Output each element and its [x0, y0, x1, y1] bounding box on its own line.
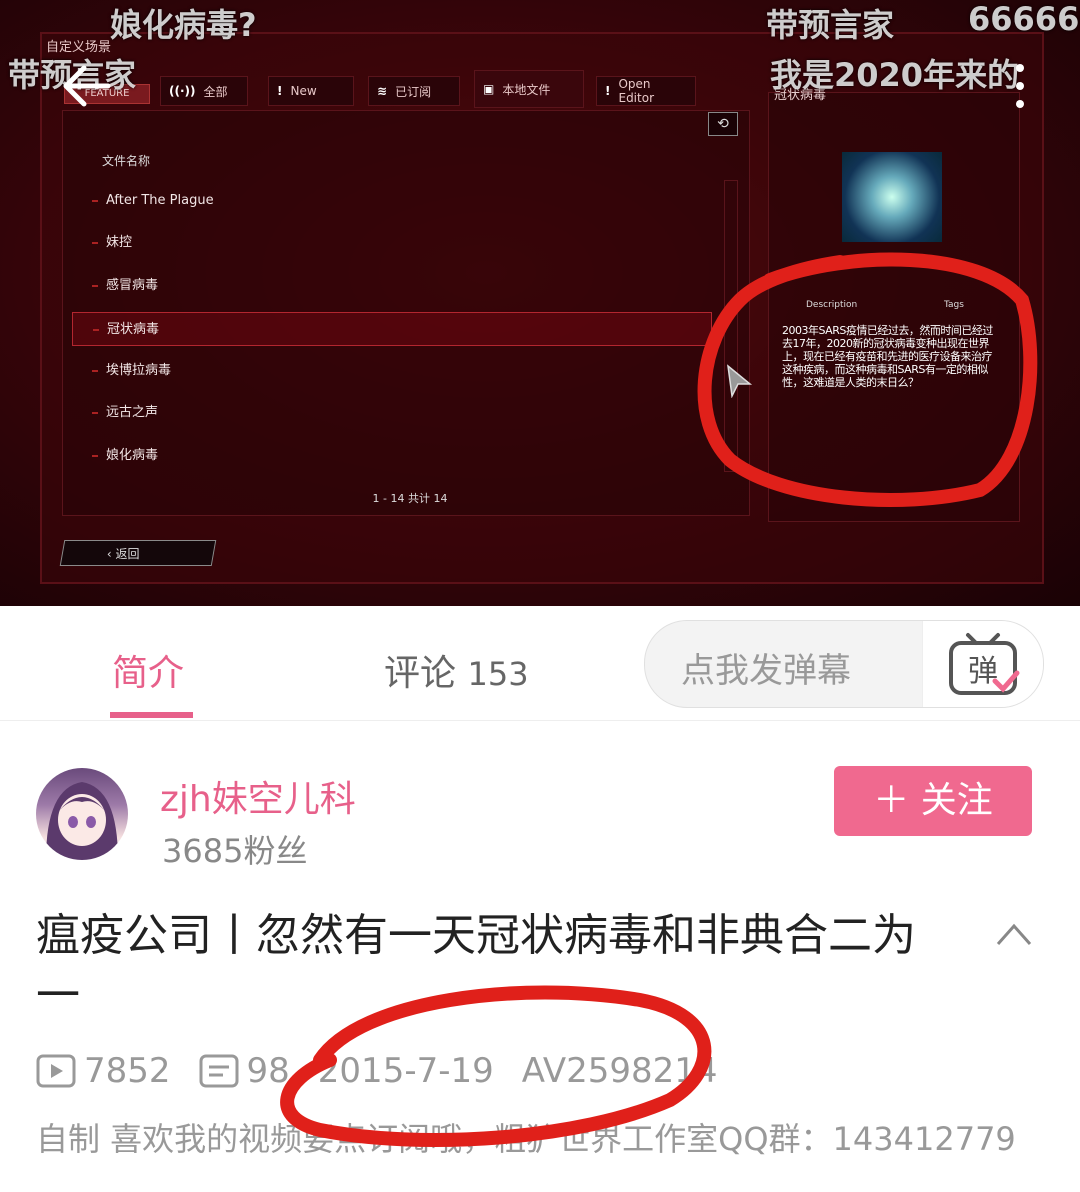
game-tabbar: ((·)) 全部 ! New ≋ 已订阅 ▣ 本地文件 ! Open Editor	[60, 70, 750, 110]
tab-local-files[interactable]: ▣ 本地文件	[474, 70, 584, 108]
video-title: 瘟疫公司丨忽然有一天冠状病毒和非典合二为一	[36, 910, 916, 1021]
tab-intro[interactable]: 简介	[112, 644, 184, 696]
tab-description[interactable]: Description	[806, 300, 857, 310]
rss-icon: ≋	[377, 84, 388, 98]
pagination: 1 - 14 共计 14	[372, 492, 448, 505]
danmaku-comment: 666666	[968, 0, 1080, 38]
tab-all[interactable]: ((·)) 全部	[160, 76, 248, 106]
tab-new[interactable]: ! New	[268, 76, 354, 106]
detail-tabs: Description Tags	[770, 298, 1016, 316]
play-count: 7852	[84, 1051, 171, 1091]
back-arrow-icon[interactable]	[58, 58, 114, 114]
uploader-name[interactable]: zjh妹空儿科	[160, 770, 356, 822]
danmaku-comment: 带预言家	[766, 6, 895, 44]
exclamation-icon: !	[277, 84, 283, 98]
danmaku-placeholder: 点我发弹幕	[681, 651, 851, 691]
fan-count: 3685粉丝	[162, 832, 308, 870]
tab-open-editor[interactable]: ! Open Editor	[596, 76, 696, 106]
tab-active-indicator	[110, 712, 193, 718]
tab-subscribed[interactable]: ≋ 已订阅	[368, 76, 460, 106]
file-row[interactable]: 感冒病毒	[72, 269, 712, 303]
svg-text:弹: 弹	[968, 654, 998, 689]
file-row[interactable]: After The Plague	[72, 184, 712, 218]
danmaku-comment: 娘化病毒?	[110, 6, 257, 44]
column-header: 文件名称	[102, 154, 151, 168]
exclamation-icon: !	[605, 84, 611, 98]
chevron-up-icon[interactable]	[994, 920, 1034, 948]
danmaku-toggle-icon[interactable]: 弹	[922, 621, 1043, 707]
tab-tags[interactable]: Tags	[944, 300, 964, 310]
more-options-icon[interactable]	[1010, 58, 1030, 114]
file-row[interactable]: 远古之声	[72, 396, 712, 430]
play-count-icon	[36, 1054, 76, 1088]
video-player[interactable]: 自定义场景 FEATURE ((·)) 全部 ! New ≋ 已订阅 ▣ 本地文件 ! O…	[0, 0, 1080, 606]
refresh-icon[interactable]: ⟲	[708, 112, 738, 136]
plus-icon: ＋	[873, 780, 910, 821]
mouse-cursor-icon	[727, 364, 753, 398]
danmaku-count-icon	[199, 1054, 239, 1088]
file-row-selected[interactable]: 冠状病毒	[72, 312, 712, 346]
file-row[interactable]: 埃博拉病毒	[72, 354, 712, 388]
scrollbar[interactable]	[724, 180, 738, 472]
file-row[interactable]: 娘化病毒	[72, 439, 712, 473]
detail-description: 2003年SARS疫情已经过去，然而时间已经过去17年，2020新的冠状病毒变种…	[782, 324, 993, 389]
virus-image	[842, 152, 942, 242]
video-description: 自制 喜欢我的视频要点订阅哦，粗犷世界工作室QQ群：143412779	[36, 1120, 1016, 1158]
video-stats: 7852 98 2015-7-19 AV2598214	[36, 1050, 746, 1092]
tab-comments[interactable]: 评论 153	[384, 644, 529, 696]
follow-button[interactable]: ＋ 关注	[834, 766, 1032, 836]
send-danmaku-input[interactable]: 点我发弹幕 弹	[644, 620, 1044, 708]
game-back-button[interactable]: ‹ 返回	[59, 540, 217, 566]
file-row[interactable]: 妹控	[72, 226, 712, 260]
broadcast-icon: ((·))	[169, 84, 196, 98]
danmaku-count: 98	[246, 1051, 290, 1091]
publish-date: 2015-7-19	[317, 1051, 494, 1091]
av-number: AV2598214	[521, 1051, 718, 1091]
file-icon: ▣	[483, 82, 495, 96]
danmaku-comment: 我是2020年来的	[770, 56, 1020, 94]
avatar[interactable]	[36, 768, 128, 860]
